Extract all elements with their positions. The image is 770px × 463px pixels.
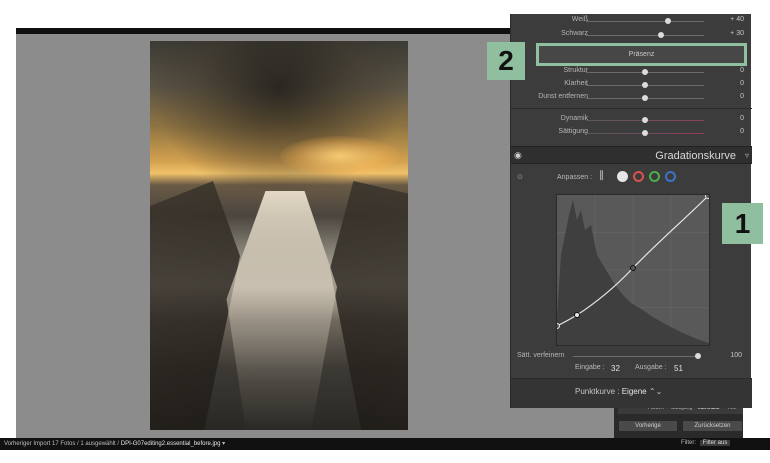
curve-point-selected[interactable]	[574, 312, 580, 318]
curve-point[interactable]	[705, 193, 711, 199]
panel-buttons: Vorherige Zurücksetzen	[618, 420, 743, 432]
previous-button[interactable]: Vorherige	[618, 420, 678, 432]
slider-track[interactable]	[586, 21, 704, 22]
slider-klarheit[interactable]: Klarheit 0	[511, 79, 752, 91]
curve-point[interactable]	[554, 323, 560, 329]
praesenz-highlight: Präsenz	[536, 43, 747, 66]
input-label: Eingabe :	[575, 364, 605, 371]
slider-knob[interactable]	[642, 130, 648, 136]
photo-preview[interactable]	[150, 41, 408, 430]
red-channel-icon[interactable]	[633, 171, 644, 182]
slider-value[interactable]: 0	[740, 80, 744, 87]
slider-track[interactable]	[586, 35, 704, 36]
slider-knob[interactable]	[642, 69, 648, 75]
slider-schwarz[interactable]: Schwarz + 30	[511, 29, 752, 41]
slider-knob[interactable]	[642, 95, 648, 101]
slider-knob[interactable]	[665, 18, 671, 24]
filter-label: Filter:	[681, 440, 696, 446]
curve-svg[interactable]	[554, 193, 711, 345]
slider-label: Sättigung	[558, 128, 588, 135]
filter-bar: Filter: Filter aus	[681, 440, 731, 446]
slider-value[interactable]: 0	[740, 115, 744, 122]
slider-knob[interactable]	[658, 32, 664, 38]
slider-label: Dynamik	[560, 115, 588, 122]
output-label: Ausgabe :	[635, 364, 667, 371]
point-curve-select[interactable]: Eigene	[622, 387, 647, 396]
refine-saturation-row[interactable]: Sätt. verfeinern 100	[511, 350, 752, 362]
tone-curve-title: Gradationskurve	[655, 150, 736, 162]
annotation-badge-1: 1	[722, 203, 763, 244]
photo-water	[226, 191, 337, 430]
point-curve-row: Punktkurve : Eigene ⌃⌄	[511, 378, 752, 408]
reset-button[interactable]: Zurücksetzen	[682, 420, 743, 432]
photo-rocks-right	[330, 181, 408, 430]
slider-knob[interactable]	[642, 82, 648, 88]
target-adjustment-icon[interactable]: ⊙	[517, 173, 523, 181]
refine-knob[interactable]	[695, 353, 701, 359]
input-value: 32	[611, 364, 620, 373]
annotation-badge-2: 2	[487, 42, 525, 80]
parametric-curve-icon[interactable]: ∥	[599, 170, 610, 181]
refine-track[interactable]	[573, 356, 699, 357]
slider-label: Dunst entfernen	[538, 93, 588, 100]
slider-value[interactable]: + 40	[730, 16, 744, 23]
collapse-triangle-icon[interactable]: ▿	[745, 151, 749, 160]
output-value: 51	[674, 364, 683, 373]
slider-value[interactable]: 0	[740, 67, 744, 74]
photo-rocks-left	[150, 181, 240, 430]
slider-value[interactable]: + 30	[730, 30, 744, 37]
refine-label: Sätt. verfeinern	[517, 352, 565, 359]
slider-weiss[interactable]: Weiß + 40	[511, 15, 752, 27]
slider-value[interactable]: 0	[740, 128, 744, 135]
slider-value[interactable]: 0	[740, 93, 744, 100]
slider-saettigung[interactable]: Sättigung 0	[511, 127, 752, 139]
curve-adjust-row: ⊙ Anpassen : ∥	[511, 170, 752, 186]
develop-right-panel: Weiß + 40 Schwarz + 30 Struktur 0 Klarhe…	[510, 14, 752, 408]
photo-sun-glow	[280, 136, 400, 176]
slider-struktur[interactable]: Struktur 0	[511, 66, 752, 78]
slider-label: Schwarz	[561, 30, 588, 37]
adjust-label: Anpassen :	[557, 174, 593, 181]
divider	[511, 108, 752, 109]
curve-point[interactable]	[630, 265, 636, 271]
tone-curve-graph[interactable]	[554, 193, 711, 346]
slider-label: Struktur	[563, 67, 588, 74]
slider-label: Klarheit	[564, 80, 588, 87]
green-channel-icon[interactable]	[649, 171, 660, 182]
point-curve-label: Punktkurve :	[575, 387, 620, 396]
status-prefix[interactable]: Vorheriger Import 17 Fotos / 1 ausgewähl…	[4, 441, 119, 447]
slider-knob[interactable]	[642, 117, 648, 123]
slider-dynamik[interactable]: Dynamik 0	[511, 114, 752, 126]
eye-icon[interactable]: ◉	[514, 150, 522, 161]
filmstrip-status-bar: Vorheriger Import 17 Fotos / 1 ausgewähl…	[0, 438, 770, 450]
blue-channel-icon[interactable]	[665, 171, 676, 182]
input-output-row: Eingabe : 32 Ausgabe : 51	[511, 363, 752, 375]
refine-value[interactable]: 100	[730, 352, 742, 359]
slider-dunst-entfernen[interactable]: Dunst entfernen 0	[511, 92, 752, 104]
rgb-channel-icon[interactable]	[617, 171, 628, 182]
filename-dropdown-icon[interactable]: ▾	[222, 441, 225, 447]
tone-curve-header[interactable]: ◉ Gradationskurve ▿	[511, 146, 752, 164]
status-filename[interactable]: DPI-G07editing2.essential_before.jpg	[121, 441, 221, 447]
filter-dropdown[interactable]: Filter aus	[699, 440, 731, 446]
praesenz-label: Präsenz	[628, 51, 655, 58]
chevron-up-down-icon[interactable]: ⌃⌄	[649, 387, 662, 396]
